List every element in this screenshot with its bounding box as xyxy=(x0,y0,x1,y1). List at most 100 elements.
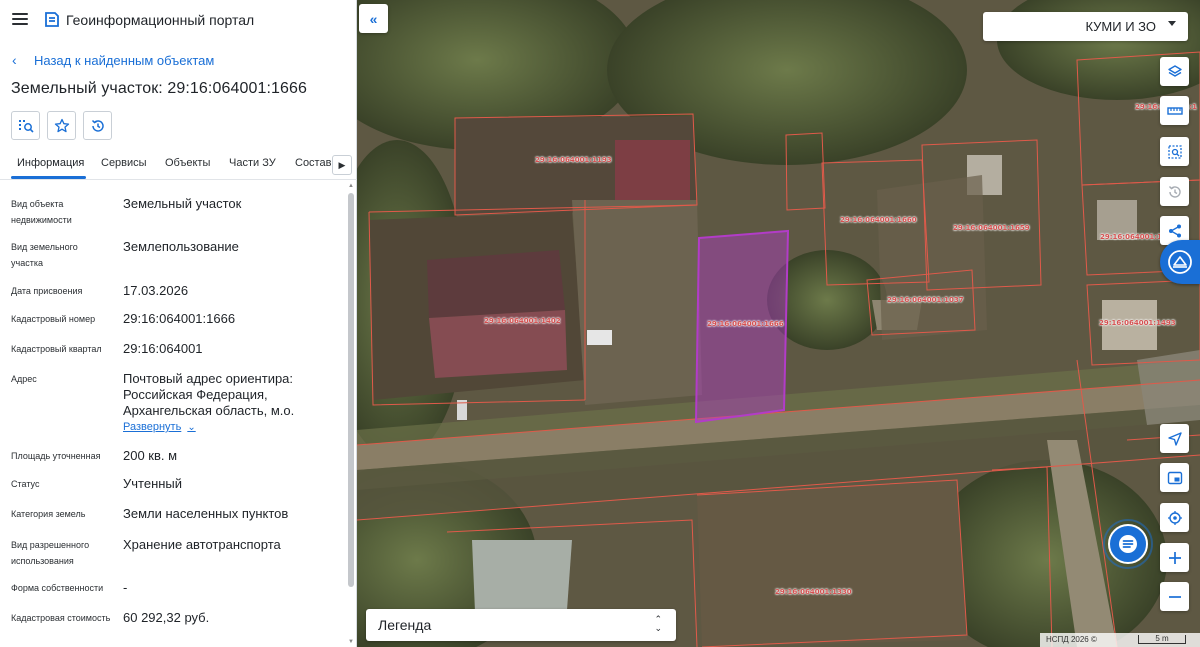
info-key: Адрес xyxy=(11,374,37,384)
locate-button[interactable] xyxy=(1160,503,1189,532)
select-area-button[interactable] xyxy=(1160,137,1189,166)
info-key: Вид земельного участка xyxy=(11,242,78,268)
info-key: Категория земель xyxy=(11,509,86,519)
favorite-button[interactable] xyxy=(47,111,76,140)
tabs-scroll-right-button[interactable]: ▶ xyxy=(332,155,352,175)
zoom-out-button[interactable] xyxy=(1160,582,1189,611)
tab-composition[interactable]: Состав xyxy=(295,157,331,169)
organization-select[interactable]: КУМИ И ЗО xyxy=(983,12,1188,41)
navigate-icon xyxy=(1167,431,1182,446)
scroll-up-icon[interactable]: ▲ xyxy=(348,183,354,189)
info-scrollbar[interactable]: ▲ ▼ xyxy=(346,181,357,647)
layers-icon xyxy=(1167,64,1182,77)
expand-address-link[interactable]: Развернуть ⌄ xyxy=(123,421,196,433)
info-value: Землепользование xyxy=(123,239,239,254)
layers-button[interactable] xyxy=(1160,57,1189,86)
info-value: 200 кв. м xyxy=(123,448,178,463)
zoom-in-icon xyxy=(1168,551,1181,564)
map-view[interactable]: 29:16:064001:1193 29:16:064001:1660 29:1… xyxy=(357,0,1200,647)
info-value: 60 292,32 руб. xyxy=(123,610,210,625)
chevron-down-icon: ⌄ xyxy=(187,421,196,433)
ruler-icon xyxy=(1166,106,1183,115)
parcel-label: 29:16:064001:1402 xyxy=(484,317,561,325)
map-search-icon xyxy=(18,119,34,133)
parcel-label: 29:16:064001:1666 xyxy=(707,320,784,328)
side-panel: Геоинформационный портал ‹ Назад к найде… xyxy=(0,0,357,647)
info-value: Учтенный xyxy=(123,476,183,491)
sort-arrows-icon: ⌃ ⌄ xyxy=(654,614,662,633)
chevron-right-icon: ▶ xyxy=(338,159,346,170)
history-icon xyxy=(91,119,104,132)
parcel-label: 29:16:064001:1193 xyxy=(535,156,612,164)
info-key: Кадастровый номер xyxy=(11,314,96,324)
info-key: Площадь уточненная xyxy=(11,451,101,461)
share-icon xyxy=(1168,224,1181,237)
panorama-icon xyxy=(1168,250,1192,274)
info-value: - xyxy=(123,580,128,595)
zoom-out-icon xyxy=(1168,595,1181,598)
parcel-label: 29:16:064001:1493 xyxy=(1099,319,1176,327)
show-on-map-button[interactable] xyxy=(11,111,40,140)
info-value: 17.03.2026 xyxy=(123,283,189,298)
collapse-panel-button[interactable]: « xyxy=(359,4,388,33)
star-icon xyxy=(54,118,69,132)
tab-bar: Информация Сервисы Объекты Части ЗУ Сост… xyxy=(0,150,357,180)
navigate-button[interactable] xyxy=(1160,424,1189,453)
double-chevron-left-icon: « xyxy=(369,10,378,27)
menu-icon[interactable] xyxy=(12,13,28,25)
parcel-label: 29:16:064001:1 xyxy=(1100,233,1162,241)
info-key: Кадастровая стоимость xyxy=(11,613,111,623)
zoom-in-button[interactable] xyxy=(1160,543,1189,572)
info-value: Земли населенных пунктов xyxy=(123,506,289,521)
active-tab-indicator xyxy=(11,176,86,179)
info-key: Кадастровый квартал xyxy=(11,344,102,354)
minimap-icon xyxy=(1167,471,1182,484)
back-link-label: Назад к найденным объектам xyxy=(34,52,215,68)
parcel-label: 29:16:064001:1659 xyxy=(953,224,1030,232)
locate-icon xyxy=(1167,510,1182,525)
back-to-results-link[interactable]: ‹ Назад к найденным объектам xyxy=(12,52,214,68)
portal-logo-icon xyxy=(45,12,59,27)
legend-label: Легенда xyxy=(378,617,432,633)
history-button[interactable] xyxy=(83,111,112,140)
action-buttons xyxy=(11,111,112,140)
info-value: 29:16:064001 xyxy=(123,341,203,356)
scale-bar: 5 m xyxy=(1138,635,1186,644)
chevron-left-icon: ‹ xyxy=(12,52,17,68)
parcel-label: 29:16:064001:1037 xyxy=(887,296,964,304)
map-attribution: НСПД 2026 © 5 m xyxy=(1040,633,1200,647)
legend-dropdown[interactable]: Легенда ⌃ ⌄ xyxy=(366,609,676,641)
ruler-button[interactable] xyxy=(1160,96,1189,125)
info-value: 29:16:064001:1666 xyxy=(123,311,236,326)
info-key: Статус xyxy=(11,479,40,489)
portal-title: Геоинформационный портал xyxy=(66,12,255,28)
tab-services[interactable]: Сервисы xyxy=(101,157,147,169)
top-bar: Геоинформационный портал xyxy=(0,0,357,40)
chat-button[interactable] xyxy=(1103,519,1153,569)
copyright-text: НСПД 2026 © xyxy=(1046,635,1097,644)
info-key: Вид объекта недвижимости xyxy=(11,199,72,225)
info-list: Вид объекта недвижимости Земельный участ… xyxy=(0,181,346,647)
tab-objects[interactable]: Объекты xyxy=(165,157,210,169)
minimap-button[interactable] xyxy=(1160,463,1189,492)
info-key: Вид разрешенного использования xyxy=(11,540,90,566)
info-key: Форма собственности xyxy=(11,583,104,593)
select-area-icon xyxy=(1167,144,1182,159)
scroll-down-icon[interactable]: ▼ xyxy=(348,639,354,645)
panorama-side-tab[interactable] xyxy=(1160,240,1200,284)
chevron-down-icon xyxy=(1168,21,1176,26)
info-key: Дата присвоения xyxy=(11,286,83,296)
map-history-button[interactable] xyxy=(1160,177,1189,206)
chat-button-ring xyxy=(1103,519,1153,569)
info-value: Почтовый адрес ориентира: Российская Фед… xyxy=(123,371,295,418)
organization-select-value: КУМИ И ЗО xyxy=(1085,19,1156,34)
history-icon xyxy=(1168,185,1181,198)
object-title: Земельный участок: 29:16:064001:1666 xyxy=(11,80,308,97)
tab-information[interactable]: Информация xyxy=(17,157,84,169)
info-value: Хранение автотранспорта xyxy=(123,537,281,552)
scroll-thumb[interactable] xyxy=(348,193,354,587)
info-value: Земельный участок xyxy=(123,196,242,211)
parcel-label: 29:16:064001:1330 xyxy=(775,588,852,596)
tab-parts[interactable]: Части ЗУ xyxy=(229,157,276,169)
parcel-label: 29:16:064001:1660 xyxy=(840,216,917,224)
